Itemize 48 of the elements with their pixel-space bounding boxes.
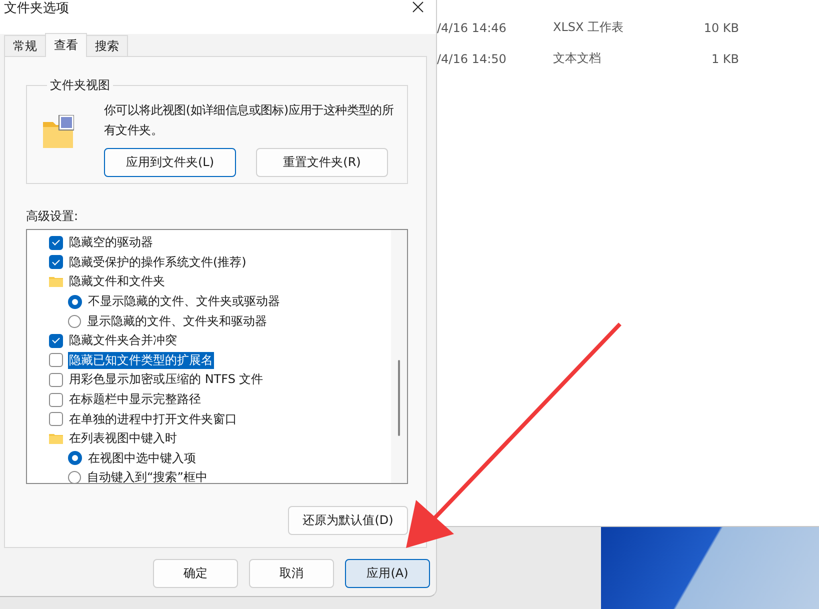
- setting-item[interactable]: 在视图中选中键入项: [87, 450, 197, 467]
- checkbox[interactable]: [49, 412, 63, 426]
- checkbox[interactable]: [49, 236, 63, 250]
- setting-item[interactable]: 用彩色显示加密或压缩的 NTFS 文件: [68, 371, 264, 388]
- checkbox[interactable]: [49, 334, 63, 348]
- dialog-button[interactable]: 取消: [249, 559, 334, 588]
- file-size: 1 KB: [710, 52, 739, 66]
- setting-item[interactable]: 在标题栏中显示完整路径: [68, 391, 202, 408]
- dialog-button[interactable]: 确定: [153, 559, 238, 588]
- folder-icon: [43, 115, 74, 148]
- radio-button[interactable]: [68, 294, 82, 309]
- modified-date: /4/16 14:46: [437, 20, 508, 34]
- tab[interactable]: 查看: [45, 33, 87, 57]
- tab[interactable]: 搜索: [86, 35, 128, 57]
- tab[interactable]: 常规: [4, 35, 46, 57]
- description-text: 你可以将此视图(如详细信息或图标)应用于这种类型的所有文件夹。: [104, 102, 395, 139]
- checkbox[interactable]: [49, 392, 63, 407]
- setting-item[interactable]: 隐藏文件夹合并冲突: [68, 332, 178, 350]
- setting-item[interactable]: 自动键入到“搜索”框中: [86, 469, 208, 486]
- scrollbar[interactable]: [391, 230, 407, 483]
- dialog-button[interactable]: 应用(A): [345, 559, 430, 588]
- file-type: 文本文档: [553, 50, 602, 67]
- setting-item[interactable]: 隐藏已知文件类型的扩展名: [68, 352, 214, 369]
- folder-icon: [49, 433, 63, 444]
- setting-item[interactable]: 隐藏文件和文件夹: [68, 273, 166, 290]
- setting-item[interactable]: 在列表视图中键入时: [68, 430, 178, 448]
- checkbox[interactable]: [49, 372, 63, 387]
- file-size: 10 KB: [702, 20, 739, 34]
- folder-button[interactable]: 重置文件夹(R): [256, 148, 388, 177]
- modified-date: /4/16 14:50: [437, 52, 508, 66]
- checkbox[interactable]: [49, 353, 63, 368]
- file-type: XLSX 工作表: [553, 19, 625, 36]
- setting-item[interactable]: 隐藏受保护的操作系统文件(推荐): [68, 254, 248, 271]
- setting-item[interactable]: 在单独的进程中打开文件夹窗口: [68, 410, 238, 428]
- folder-icon: [49, 276, 63, 288]
- radio-button[interactable]: [68, 314, 81, 328]
- close-icon[interactable]: [412, 1, 424, 13]
- setting-item[interactable]: 显示隐藏的文件、文件夹和驱动器: [86, 312, 268, 330]
- group-title: 文件夹视图: [49, 77, 111, 94]
- checkbox[interactable]: [49, 255, 63, 270]
- setting-item[interactable]: 隐藏空的驱动器: [68, 234, 154, 252]
- radio-button[interactable]: [68, 451, 82, 466]
- restore-defaults-button[interactable]: 还原为默认值(D): [288, 506, 408, 535]
- window-title: 文件夹选项: [4, 0, 69, 17]
- radio-button[interactable]: [68, 471, 81, 484]
- folder-button[interactable]: 应用到文件夹(L): [104, 148, 236, 177]
- advanced-settings-label: 高级设置:: [26, 208, 80, 225]
- setting-item[interactable]: 不显示隐藏的文件、文件夹或驱动器: [87, 293, 281, 310]
